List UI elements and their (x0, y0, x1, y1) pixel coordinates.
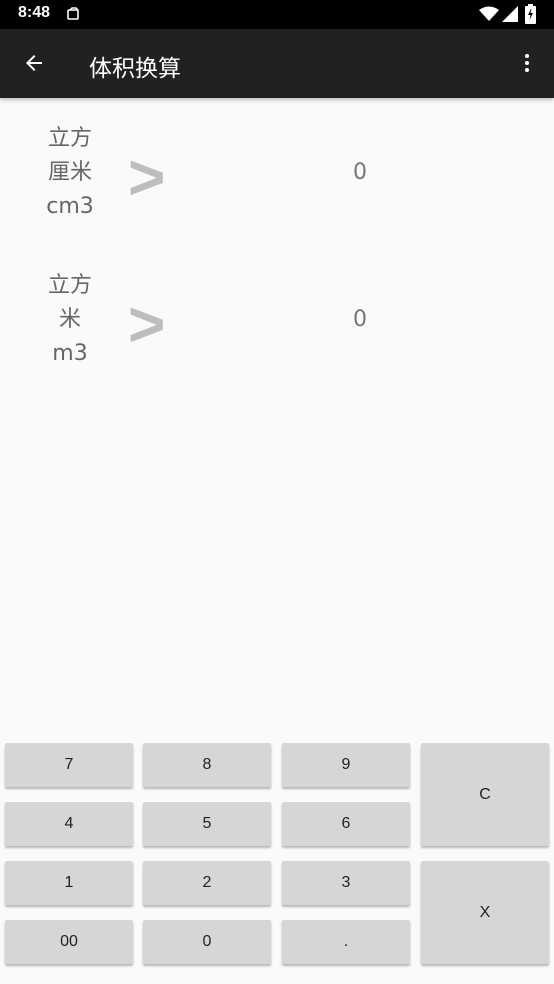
notification-icon (67, 7, 79, 20)
unit-label-symbol: m3 (52, 341, 88, 366)
key-5[interactable]: 5 (143, 802, 271, 846)
unit-value[interactable]: 0 (260, 307, 460, 332)
unit-value[interactable]: 0 (260, 160, 460, 185)
unit-label-line1: 立方 (47, 126, 92, 151)
battery-icon (525, 4, 536, 24)
key-0[interactable]: 0 (143, 920, 271, 964)
keypad: 7 8 9 C 4 5 6 1 2 3 X 00 0 . (0, 740, 554, 970)
app-toolbar: 体积换算 (0, 29, 554, 98)
key-2[interactable]: 2 (143, 861, 271, 905)
page-title: 体积换算 (89, 56, 181, 82)
unit-label-line2: 厘米 (47, 160, 92, 185)
key-9[interactable]: 9 (282, 743, 410, 787)
key-3[interactable]: 3 (282, 861, 410, 905)
key-7[interactable]: 7 (5, 743, 133, 787)
back-arrow-icon[interactable] (22, 51, 46, 75)
arrow-indicator: > (128, 141, 166, 213)
wifi-icon (479, 6, 499, 21)
delete-button[interactable]: X (421, 861, 549, 964)
key-00[interactable]: 00 (5, 920, 133, 964)
unit-label-line1: 立方 (47, 273, 92, 298)
status-time: 8:48 (18, 4, 51, 21)
unit-label: 立方 米 m3 (20, 269, 120, 371)
unit-label-symbol: cm3 (46, 194, 94, 219)
key-4[interactable]: 4 (5, 802, 133, 846)
key-1[interactable]: 1 (5, 861, 133, 905)
arrow-indicator: > (128, 288, 166, 360)
key-6[interactable]: 6 (282, 802, 410, 846)
unit-label-line2: 米 (58, 307, 81, 332)
unit-row-cubic-meter[interactable]: 立方 米 m3 > 0 (0, 269, 554, 379)
more-vertical-icon[interactable] (515, 51, 539, 75)
signal-icon (502, 6, 518, 22)
clear-button[interactable]: C (421, 743, 549, 846)
key-8[interactable]: 8 (143, 743, 271, 787)
unit-label: 立方 厘米 cm3 (20, 122, 120, 224)
key-decimal-point[interactable]: . (282, 920, 410, 964)
status-bar: 8:48 (0, 0, 554, 29)
unit-row-cubic-centimeter[interactable]: 立方 厘米 cm3 > 0 (0, 122, 554, 232)
